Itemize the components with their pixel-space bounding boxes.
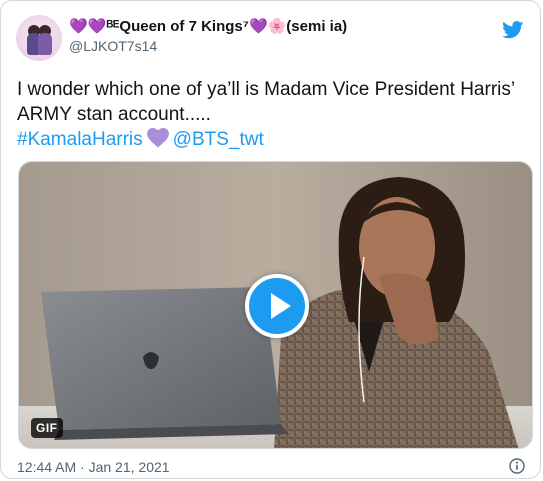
author-handle[interactable]: @LJKOT7s14: [69, 38, 157, 54]
tweet-timestamp[interactable]: 12:44 AM · Jan 21, 2021: [17, 459, 170, 475]
avatar[interactable]: [16, 15, 62, 61]
play-icon[interactable]: [245, 274, 309, 338]
tweet-text-line-3: #KamalaHarris @BTS_twt: [17, 127, 532, 152]
gif-badge: GIF: [31, 418, 63, 438]
info-icon[interactable]: [509, 458, 525, 474]
avatar-figure-right: [38, 33, 52, 55]
hashtag-link[interactable]: #KamalaHarris: [17, 129, 143, 150]
author-display-name[interactable]: 💜💜ᴮᴱQueen of 7 Kings⁷💜🌸(semi ia): [69, 17, 347, 35]
mention-link[interactable]: @BTS_twt: [173, 129, 264, 150]
purple-heart-icon: [146, 128, 169, 148]
tweet-text-line-1: I wonder which one of ya’ll is Madam Vic…: [17, 79, 516, 100]
tweet-text: I wonder which one of ya’ll is Madam Vic…: [17, 77, 532, 152]
twitter-bird-icon[interactable]: [502, 21, 524, 39]
tweet-card[interactable]: 💜💜ᴮᴱQueen of 7 Kings⁷💜🌸(semi ia) @LJKOT7…: [0, 0, 541, 479]
tweet-text-line-2: ARMY stan account.....: [17, 104, 211, 125]
gif-media[interactable]: GIF: [18, 161, 533, 449]
